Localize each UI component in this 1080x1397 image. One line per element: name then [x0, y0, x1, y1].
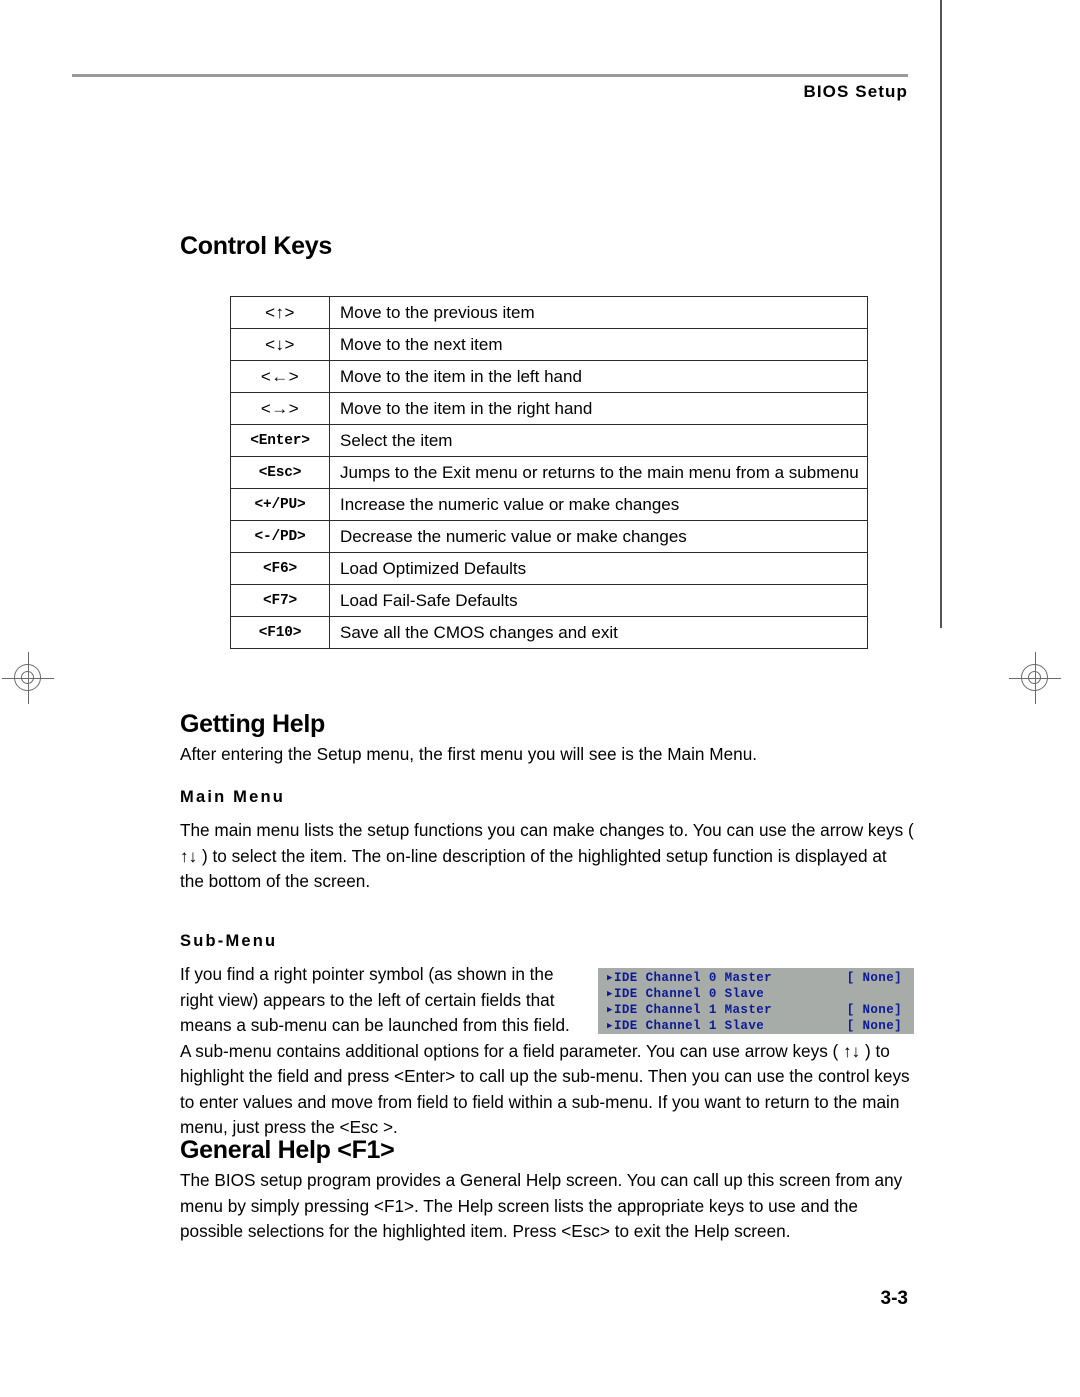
- key-description: Increase the numeric value or make chang…: [329, 488, 868, 521]
- bios-item-label: IDE Channel 0 Slave: [614, 987, 765, 1001]
- bios-row-inner: IDE Channel 1 Master [ None]: [614, 1003, 914, 1017]
- key-label: <→>: [230, 392, 330, 425]
- bios-menu-item: ▶ IDE Channel 0 Master [ None]: [598, 970, 914, 986]
- key-label: <←>: [230, 360, 330, 393]
- table-row: <↑> Move to the previous item: [230, 296, 868, 329]
- subsection-title-main-menu: Main Menu: [180, 788, 286, 806]
- table-row: <F6> Load Optimized Defaults: [230, 552, 868, 585]
- table-row: <→> Move to the item in the right hand: [230, 392, 868, 425]
- bios-menu-item: ▶ IDE Channel 1 Slave [ None]: [598, 1018, 914, 1034]
- bios-submenu-screenshot: ▶ IDE Channel 0 Master [ None] ▶ IDE Cha…: [598, 968, 914, 1034]
- table-row: <Enter> Select the item: [230, 424, 868, 457]
- key-description: Move to the item in the right hand: [329, 392, 868, 425]
- table-row: <-/PD> Decrease the numeric value or mak…: [230, 520, 868, 553]
- key-label: <↑>: [230, 296, 330, 329]
- table-row: <+/PU> Increase the numeric value or mak…: [230, 488, 868, 521]
- table-row: <Esc> Jumps to the Exit menu or returns …: [230, 456, 868, 489]
- page-title-general-help: General Help <F1>: [180, 1136, 395, 1164]
- header-title: BIOS Setup: [803, 82, 908, 101]
- bios-item-label: IDE Channel 1 Slave: [614, 1019, 765, 1033]
- getting-help-intro-text: After entering the Setup menu, the first…: [180, 744, 758, 764]
- registration-mark-left: [0, 650, 56, 706]
- key-label: <-/PD>: [230, 520, 330, 553]
- key-description: Jumps to the Exit menu or returns to the…: [329, 456, 868, 489]
- bios-menu-item: ▶ IDE Channel 1 Master [ None]: [598, 1002, 914, 1018]
- key-label: <F7>: [230, 584, 330, 617]
- key-description: Save all the CMOS changes and exit: [329, 616, 868, 649]
- key-label: <Enter>: [230, 424, 330, 457]
- registration-ring-inner: [1028, 671, 1041, 684]
- sub-menu-body-block: ▶ IDE Channel 0 Master [ None] ▶ IDE Cha…: [180, 962, 914, 1141]
- registration-mark-right: [1007, 650, 1063, 706]
- main-menu-body-text: The main menu lists the setup functions …: [180, 820, 914, 891]
- key-description: Move to the next item: [329, 328, 868, 361]
- table-row: <←> Move to the item in the left hand: [230, 360, 868, 393]
- page-title-control-keys: Control Keys: [180, 232, 332, 260]
- key-label: <F6>: [230, 552, 330, 585]
- key-label: <+/PU>: [230, 488, 330, 521]
- document-page: BIOS Setup Control Keys <↑> Move to the …: [0, 0, 1080, 1397]
- key-description: Move to the item in the left hand: [329, 360, 868, 393]
- bios-item-label: IDE Channel 0 Master: [614, 971, 773, 985]
- page-number: 3-3: [880, 1288, 908, 1309]
- bios-item-value: [ None]: [846, 971, 902, 985]
- key-label: <F10>: [230, 616, 330, 649]
- table-row: <F10> Save all the CMOS changes and exit: [230, 616, 868, 649]
- key-description: Load Fail-Safe Defaults: [329, 584, 868, 617]
- key-label: <Esc>: [230, 456, 330, 489]
- key-description: Load Optimized Defaults: [329, 552, 868, 585]
- control-keys-table: <↑> Move to the previous item <↓> Move t…: [230, 296, 868, 649]
- page-title-getting-help: Getting Help: [180, 710, 326, 738]
- key-label: <↓>: [230, 328, 330, 361]
- table-row: <F7> Load Fail-Safe Defaults: [230, 584, 868, 617]
- registration-ring-inner: [21, 671, 34, 684]
- table-row: <↓> Move to the next item: [230, 328, 868, 361]
- right-pointer-icon: ▶: [607, 988, 613, 999]
- bios-row-inner: IDE Channel 0 Master [ None]: [614, 971, 914, 985]
- right-pointer-icon: ▶: [607, 1020, 613, 1031]
- right-pointer-icon: ▶: [607, 1004, 613, 1015]
- bios-menu-item: ▶ IDE Channel 0 Slave: [598, 986, 914, 1002]
- bios-item-value: [ None]: [846, 1003, 902, 1017]
- key-description: Decrease the numeric value or make chang…: [329, 520, 868, 553]
- bios-item-value: [ None]: [846, 1019, 902, 1033]
- subsection-title-sub-menu: Sub-Menu: [180, 932, 278, 950]
- right-pointer-icon: ▶: [607, 972, 613, 983]
- key-description: Select the item: [329, 424, 868, 457]
- general-help-body-text: The BIOS setup program provides a Genera…: [180, 1170, 903, 1241]
- bios-row-inner: IDE Channel 0 Slave: [614, 987, 914, 1001]
- header-divider-rule: [72, 74, 908, 77]
- key-description: Move to the previous item: [329, 296, 868, 329]
- right-margin-rule: [940, 0, 942, 628]
- bios-row-inner: IDE Channel 1 Slave [ None]: [614, 1019, 914, 1033]
- control-keys-table-body: <↑> Move to the previous item <↓> Move t…: [230, 296, 868, 649]
- bios-item-label: IDE Channel 1 Master: [614, 1003, 773, 1017]
